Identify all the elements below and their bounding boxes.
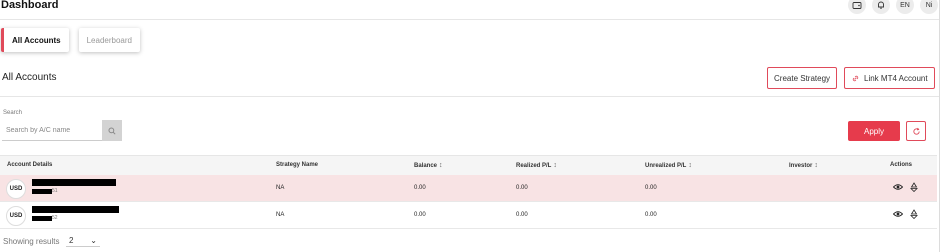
column-unrealized-pl[interactable]: Unrealized P/L ↕ xyxy=(645,162,692,169)
language-button[interactable]: EN xyxy=(896,0,914,14)
create-strategy-label: Create Strategy xyxy=(774,73,831,83)
showing-results-label: Showing results xyxy=(3,237,60,246)
strategy-name: NA xyxy=(276,212,285,218)
apply-button[interactable]: Apply xyxy=(848,121,900,141)
top-bar: Dashboard EN Ni xyxy=(0,0,940,20)
redacted-account-name xyxy=(32,206,119,213)
bell-icon[interactable] xyxy=(872,0,890,14)
row-actions xyxy=(893,182,919,192)
strategy-name: NA xyxy=(276,185,285,191)
table-header: Account Details Strategy Name Balance ↕ R… xyxy=(0,155,937,175)
sort-icon: ↕ xyxy=(688,162,692,169)
page-title: Dashboard xyxy=(1,0,59,11)
view-icon[interactable] xyxy=(893,182,903,192)
refresh-icon xyxy=(912,127,920,135)
realized-pl: 0.00 xyxy=(516,212,528,218)
page-size-select[interactable]: 2 ⌄ xyxy=(66,234,100,247)
search-icon xyxy=(108,126,116,135)
page-size-value: 2 xyxy=(69,235,74,245)
currency-badge: USD xyxy=(6,179,26,199)
account-number-suffix: 52 xyxy=(52,215,58,221)
recycle-icon[interactable] xyxy=(909,209,919,219)
search-label: Search xyxy=(3,110,23,116)
wallet-icon[interactable] xyxy=(848,0,866,14)
search-box xyxy=(2,120,122,141)
link-mt4-label: Link MT4 Account xyxy=(864,73,928,83)
divider xyxy=(0,96,940,97)
table-row[interactable]: USD 51 NA 0.00 0.00 0.00 xyxy=(0,175,937,202)
currency-badge: USD xyxy=(6,206,26,226)
account-number-suffix: 51 xyxy=(52,188,58,194)
column-account-details: Account Details xyxy=(7,162,53,168)
table-row[interactable]: USD 52 NA 0.00 0.00 0.00 xyxy=(0,202,937,229)
column-realized-pl[interactable]: Realized P/L ↕ xyxy=(516,162,557,169)
sort-icon: ↕ xyxy=(553,162,557,169)
unrealized-pl: 0.00 xyxy=(645,185,657,191)
column-actions: Actions xyxy=(890,162,913,168)
view-icon[interactable] xyxy=(893,209,903,219)
tab-all-accounts[interactable]: All Accounts xyxy=(1,28,69,52)
search-button[interactable] xyxy=(102,120,122,141)
sort-icon: ↕ xyxy=(814,162,818,169)
column-strategy-name: Strategy Name xyxy=(276,162,319,168)
top-icons: EN Ni xyxy=(848,0,938,14)
link-icon xyxy=(852,75,859,81)
tab-bar: All Accounts Leaderboard xyxy=(1,28,140,52)
realized-pl: 0.00 xyxy=(516,185,528,191)
redacted-account-name xyxy=(32,179,116,186)
sort-icon: ↕ xyxy=(439,162,443,169)
row-actions xyxy=(893,209,919,219)
column-investor[interactable]: Investor ↕ xyxy=(789,162,818,169)
redacted-account-number xyxy=(32,189,52,194)
refresh-button[interactable] xyxy=(906,121,926,141)
section-title: All Accounts xyxy=(2,72,57,83)
chevron-down-icon: ⌄ xyxy=(90,235,97,245)
avatar[interactable]: Ni xyxy=(920,0,938,14)
redacted-account-number xyxy=(32,216,52,221)
column-balance[interactable]: Balance ↕ xyxy=(414,162,443,169)
balance: 0.00 xyxy=(414,185,426,191)
tab-leaderboard[interactable]: Leaderboard xyxy=(78,28,140,52)
search-input[interactable] xyxy=(2,120,102,141)
create-strategy-button[interactable]: Create Strategy xyxy=(767,67,838,89)
accounts-table: Account Details Strategy Name Balance ↕ R… xyxy=(0,155,937,229)
unrealized-pl: 0.00 xyxy=(645,212,657,218)
balance: 0.00 xyxy=(414,212,426,218)
link-mt4-account-button[interactable]: Link MT4 Account xyxy=(844,67,935,89)
recycle-icon[interactable] xyxy=(909,182,919,192)
